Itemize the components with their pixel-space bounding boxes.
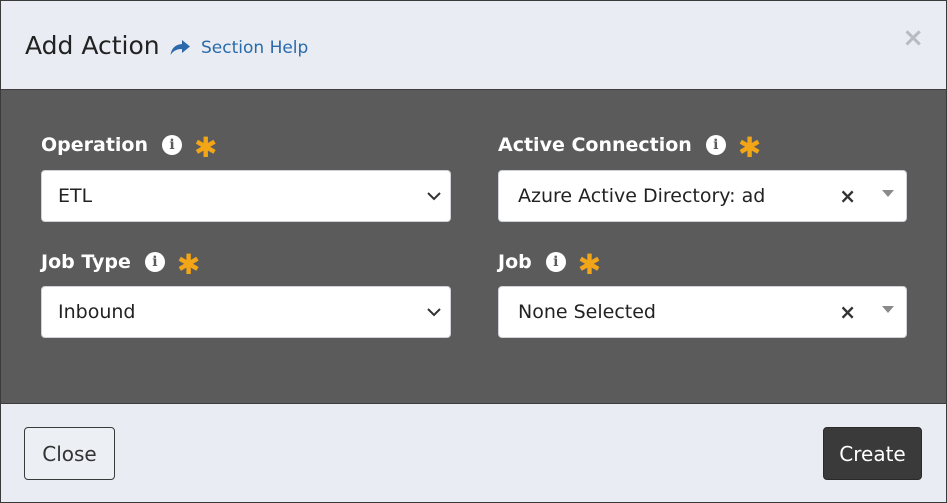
- dialog-title: Add Action: [25, 31, 160, 60]
- add-action-dialog: Add Action Section Help × Operation i ✱ …: [0, 0, 947, 503]
- asterisk-icon: ✱: [577, 248, 602, 281]
- operation-value: ETL: [58, 185, 93, 207]
- asterisk-icon: ✱: [194, 131, 218, 164]
- dialog-header: Add Action Section Help ×: [1, 1, 946, 90]
- share-arrow-icon: [170, 40, 190, 55]
- active-connection-label-row: Active Connection i ✱: [498, 131, 762, 164]
- dialog-footer: Close Create: [1, 403, 946, 502]
- chevron-down-icon: [427, 308, 441, 317]
- active-connection-value: Azure Active Directory: ad: [518, 185, 766, 207]
- info-icon[interactable]: i: [162, 135, 183, 155]
- chevron-down-icon: [427, 192, 441, 201]
- section-help-label: Section Help: [201, 38, 309, 58]
- active-connection-combobox[interactable]: Azure Active Directory: ad ×: [498, 170, 907, 222]
- section-help-link[interactable]: Section Help: [169, 37, 308, 59]
- clear-icon[interactable]: ×: [839, 300, 856, 324]
- job-value: None Selected: [518, 301, 656, 323]
- operation-select[interactable]: ETL: [41, 170, 451, 222]
- caret-down-icon[interactable]: [882, 306, 894, 313]
- asterisk-icon: ✱: [176, 248, 201, 281]
- job-type-value: Inbound: [58, 301, 136, 323]
- caret-down-icon[interactable]: [882, 190, 894, 197]
- job-type-label: Job Type: [41, 251, 131, 273]
- create-button[interactable]: Create: [823, 427, 922, 480]
- close-icon[interactable]: ×: [902, 25, 924, 51]
- active-connection-label: Active Connection: [498, 134, 692, 156]
- info-icon[interactable]: i: [705, 135, 726, 155]
- operation-label-row: Operation i ✱: [41, 131, 218, 164]
- dialog-body: Operation i ✱ ETL Active Connection i ✱ …: [1, 90, 946, 403]
- job-combobox[interactable]: None Selected ×: [498, 286, 907, 338]
- close-button[interactable]: Close: [24, 427, 115, 480]
- info-icon[interactable]: i: [545, 252, 566, 272]
- job-label-row: Job i ✱: [498, 248, 602, 281]
- job-type-select[interactable]: Inbound: [41, 286, 451, 338]
- asterisk-icon: ✱: [737, 131, 762, 164]
- job-label: Job: [498, 251, 532, 273]
- job-type-label-row: Job Type i ✱: [41, 248, 201, 281]
- operation-label: Operation: [41, 134, 149, 156]
- info-icon[interactable]: i: [144, 252, 165, 272]
- clear-icon[interactable]: ×: [839, 184, 856, 208]
